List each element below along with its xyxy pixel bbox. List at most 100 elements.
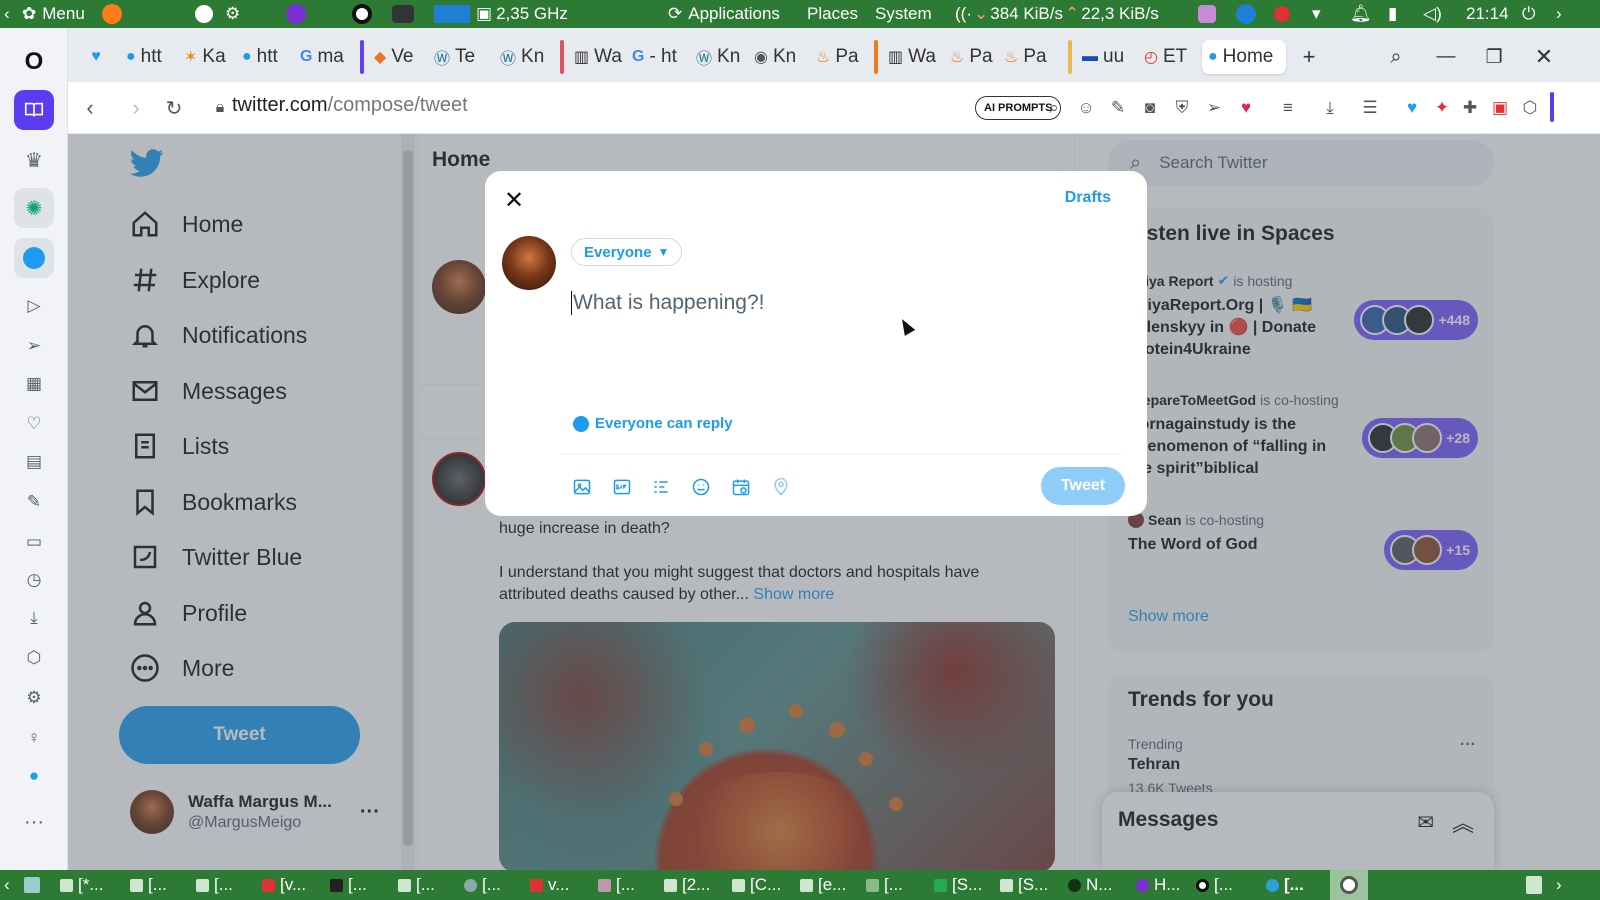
emoji-button[interactable] xyxy=(689,475,713,499)
taskbar-item[interactable]: [C... xyxy=(732,870,781,900)
nav-home[interactable]: Home xyxy=(130,201,243,247)
easy-setup-icon[interactable]: ☰ xyxy=(1358,96,1382,120)
firefox-launcher-icon[interactable] xyxy=(102,0,122,28)
camera-icon[interactable]: ◙ xyxy=(1138,96,1162,120)
toggle-icon[interactable]: ≡ xyxy=(1276,96,1300,120)
gif-button[interactable] xyxy=(610,475,634,499)
bell-tray-icon[interactable]: 🔔︎ xyxy=(1350,0,1372,28)
minimize-button[interactable]: — xyxy=(1432,40,1460,74)
taskbar-left-arrow-icon[interactable]: ‹ xyxy=(4,870,10,900)
tab[interactable]: ♨ Pa xyxy=(944,40,994,74)
space-item[interactable]: PrepareToMeetGod is co-hosting Bornagains… xyxy=(1128,392,1478,480)
audience-selector[interactable]: Everyone ▼ xyxy=(571,238,683,266)
more-sidebar-icon[interactable]: ··· xyxy=(14,802,54,842)
send-icon[interactable]: ➢ xyxy=(14,326,54,366)
media-button[interactable] xyxy=(570,475,594,499)
tab[interactable]: G- ht xyxy=(626,40,686,74)
edit-icon[interactable]: ✎ xyxy=(1106,96,1130,120)
avatar[interactable] xyxy=(432,452,486,506)
tab[interactable]: ✶ Ka xyxy=(178,40,234,74)
trash-icon[interactable] xyxy=(1526,870,1542,900)
space-listeners-pill[interactable]: +15 xyxy=(1384,530,1478,570)
tabs-icon[interactable]: ▭ xyxy=(14,522,54,562)
taskbar-right-arrow-icon[interactable]: › xyxy=(1556,870,1562,900)
nav-more[interactable]: More xyxy=(130,645,234,691)
nav-notifications[interactable]: Notifications xyxy=(130,312,307,358)
chatgpt-icon[interactable]: ✺ xyxy=(14,188,54,228)
show-more-link[interactable]: Show more xyxy=(1128,608,1209,626)
space-listeners-pill[interactable]: +448 xyxy=(1354,300,1478,340)
taskbar-item[interactable]: [... xyxy=(130,870,167,900)
search-page-icon[interactable]: ⌕ xyxy=(1042,96,1066,120)
system-menu[interactable]: System xyxy=(875,0,932,28)
notifications-tray-icon[interactable] xyxy=(1236,0,1256,28)
nav-twitter-blue[interactable]: Twitter Blue xyxy=(130,534,302,580)
taskbar-item[interactable]: H... xyxy=(1136,870,1180,900)
nav-bookmarks[interactable]: Bookmarks xyxy=(130,479,297,525)
drafts-button[interactable]: Drafts xyxy=(1065,189,1111,207)
places-menu[interactable]: Places xyxy=(807,0,858,28)
left-scrollbar[interactable] xyxy=(401,134,415,870)
taskbar-item[interactable]: [S... xyxy=(1000,870,1048,900)
extension-box-icon[interactable]: ▣ xyxy=(1488,96,1512,120)
player-icon[interactable]: ▷ xyxy=(14,286,54,326)
reply-settings-button[interactable]: Everyone can reply xyxy=(573,415,733,432)
tab[interactable]: ♨ Pa xyxy=(998,40,1048,74)
workspaces-icon[interactable]: ▦ xyxy=(14,364,54,404)
extensions-cube-icon[interactable]: ⬡ xyxy=(1518,96,1542,120)
extensions-cube-icon[interactable]: ⬡ xyxy=(14,638,54,678)
power-icon[interactable]: ⏻ xyxy=(1522,0,1535,28)
nav-lists[interactable]: Lists xyxy=(130,423,229,469)
avatar[interactable] xyxy=(432,260,486,314)
wifi-tray-icon[interactable]: ▾ xyxy=(1312,0,1321,28)
poll-button[interactable] xyxy=(649,475,673,499)
taskbar-item[interactable]: [... xyxy=(598,870,635,900)
tweet-text-input[interactable]: What is happening?! xyxy=(571,291,1111,315)
tab-pinned[interactable]: ♥ xyxy=(80,40,112,74)
account-switcher[interactable]: Waffa Margus M... @MargusMeigo ··· xyxy=(130,790,380,834)
clock[interactable]: 21:14 xyxy=(1466,0,1509,28)
taskbar-item[interactable]: [2... xyxy=(664,870,710,900)
tab[interactable]: ▬ uu xyxy=(1076,40,1136,74)
taskbar-item[interactable]: [S... xyxy=(934,870,982,900)
tab-active[interactable]: ● Home xyxy=(1202,40,1286,74)
crown-icon[interactable]: ♛ xyxy=(14,140,54,180)
terminal-launcher-icon[interactable] xyxy=(392,0,414,28)
tab[interactable]: ▥ Wa xyxy=(882,40,938,74)
battery-tray-icon[interactable]: ▮ xyxy=(1388,0,1397,28)
messages-drawer[interactable]: Messages ✉ ︽ xyxy=(1102,792,1494,870)
send-icon[interactable]: ➢ xyxy=(1202,96,1226,120)
taskbar-item[interactable]: [v... xyxy=(262,870,306,900)
space-listeners-pill[interactable]: +28 xyxy=(1362,418,1478,458)
taskbar-item[interactable]: [... xyxy=(866,870,903,900)
scrollbar-thumb[interactable] xyxy=(403,150,413,846)
tab[interactable]: Gma xyxy=(294,40,350,74)
nav-messages[interactable]: Messages xyxy=(130,368,287,414)
taskbar-item[interactable]: N... xyxy=(1068,870,1112,900)
extension-pin-icon[interactable]: ✦ xyxy=(1430,96,1454,120)
heart-icon[interactable]: ♥ xyxy=(1234,96,1258,120)
downloads-icon[interactable]: ⤓ xyxy=(14,598,54,638)
settings-icon[interactable]: ⚙ xyxy=(225,0,240,28)
accessibility-icon[interactable] xyxy=(195,0,213,28)
heart-icon[interactable]: ♡ xyxy=(14,404,54,444)
search-input[interactable]: ⌕ Search Twitter xyxy=(1108,140,1494,186)
taskbar-item[interactable]: [... xyxy=(330,870,367,900)
trend-name[interactable]: Tehran xyxy=(1128,756,1180,774)
tweet-submit-button[interactable]: Tweet xyxy=(1041,467,1125,505)
tab[interactable]: ◆ Ve xyxy=(368,40,424,74)
tab[interactable]: ◴ ET xyxy=(1138,40,1198,74)
tab[interactable]: ♨ Pa xyxy=(810,40,860,74)
applications-menu[interactable]: ⟳ Applications xyxy=(668,0,780,28)
download-icon[interactable]: ⤓ xyxy=(1318,96,1342,120)
taskbar-item[interactable]: v... xyxy=(530,870,569,900)
panel-left-arrow-icon[interactable]: ‹ xyxy=(4,0,10,28)
volume-tray-icon[interactable]: ◁) xyxy=(1423,0,1442,28)
close-window-button[interactable]: ✕ xyxy=(1530,40,1558,74)
taskbar-item[interactable]: [... xyxy=(196,870,233,900)
sidebar-tweet-button[interactable]: Tweet xyxy=(119,706,360,764)
taskbar-item-active[interactable] xyxy=(1330,870,1368,900)
tab[interactable]: ◉ Kn xyxy=(748,40,804,74)
tab[interactable]: Ⓦ Te xyxy=(428,40,484,74)
new-message-icon[interactable]: ✉ xyxy=(1417,810,1434,835)
